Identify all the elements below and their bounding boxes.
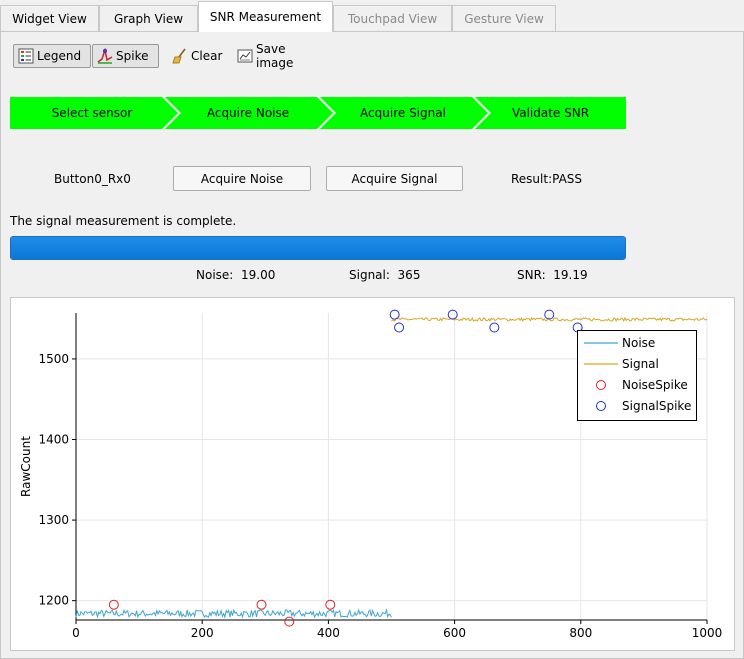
chart-legend: Noise Signal NoiseSpike SignalSpike [577, 330, 697, 421]
noise-stat-value: 19.00 [240, 268, 276, 282]
series-noise-line [75, 608, 392, 620]
progress-bar [10, 236, 626, 260]
image-chart-icon [237, 48, 253, 64]
signal-stat-label: Signal: [349, 268, 390, 282]
noisespike-marker [108, 599, 119, 610]
tab-graph-view[interactable]: Graph View [99, 5, 198, 31]
snr-chart[interactable]: 0 200 400 600 800 1000 1200 1300 1400 1500 RawCoun… [10, 297, 735, 651]
save-image-button[interactable]: Save image [233, 42, 328, 70]
signal-stat: Signal: 365 [349, 268, 420, 282]
signal-stat-value: 365 [397, 268, 421, 282]
status-message: The signal measurement is complete. [10, 214, 237, 228]
spike-button[interactable]: Spike [92, 44, 159, 68]
x-tick-label: 0 [72, 626, 80, 640]
snr-stat: SNR: 19.19 [517, 268, 588, 282]
tab-snr-measurement[interactable]: SNR Measurement [198, 1, 333, 32]
acquire-noise-button[interactable]: Acquire Noise [173, 166, 311, 191]
y-tick-label: 1300 [38, 513, 69, 527]
signalspike-marker [389, 309, 400, 320]
broom-icon [172, 48, 188, 64]
signalspike-marker [394, 322, 405, 333]
signalspike-marker [447, 309, 458, 320]
step-acquire-noise: Acquire Noise [206, 106, 290, 120]
legend-signalspike-swatch [596, 401, 606, 411]
legend-item-noise: Noise [578, 333, 696, 353]
tab-widget-view[interactable]: Widget View [0, 5, 99, 31]
legend-noisespike-label: NoiseSpike [622, 378, 688, 392]
x-tick-label: 200 [191, 626, 214, 640]
result-label: Result:PASS [511, 172, 583, 186]
step-select-sensor: Select sensor [51, 106, 133, 120]
step-acquire-signal: Acquire Signal [360, 106, 446, 120]
legend-item-signalspike: SignalSpike [578, 396, 696, 416]
x-tick-label: 800 [569, 626, 592, 640]
step-validate-snr: Validate SNR [511, 106, 590, 120]
legend-signal-swatch [584, 363, 618, 365]
noisespike-marker [284, 616, 295, 627]
legend-icon [18, 48, 34, 64]
tab-gesture-view[interactable]: Gesture View [452, 5, 556, 31]
y-axis-label: RawCount [19, 436, 33, 497]
noisespike-marker [325, 599, 336, 610]
x-tick-label: 600 [443, 626, 466, 640]
snr-stat-value: 19.19 [553, 268, 588, 282]
snr-stat-label: SNR: [517, 268, 546, 282]
spike-icon [97, 48, 113, 64]
spike-label: Spike [116, 49, 149, 63]
x-tick-label: 400 [317, 626, 340, 640]
legend-noise-label: Noise [622, 336, 656, 350]
legend-noisespike-swatch [596, 380, 606, 390]
legend-signal-label: Signal [622, 357, 659, 371]
acquire-signal-button[interactable]: Acquire Signal [326, 166, 463, 191]
noise-stat-label: Noise: [196, 268, 234, 282]
y-tick-label: 1500 [38, 352, 69, 366]
y-tick-label: 1400 [38, 433, 69, 447]
step-indicator: Select sensor Acquire Noise Acquire Sign… [10, 97, 626, 129]
save-image-label: Save image [256, 42, 294, 70]
tab-bar: Widget View Graph View SNR Measurement T… [0, 0, 744, 32]
signalspike-marker [489, 322, 500, 333]
legend-item-noisespike: NoiseSpike [578, 375, 696, 395]
legend-button[interactable]: Legend [13, 44, 91, 68]
legend-noise-swatch [584, 342, 618, 344]
clear-button[interactable]: Clear [168, 44, 228, 68]
clear-label: Clear [191, 49, 223, 63]
sensor-name: Button0_Rx0 [54, 172, 131, 186]
legend-label: Legend [37, 49, 82, 63]
progress-fill [11, 237, 625, 259]
legend-item-signal: Signal [578, 354, 696, 374]
noisespike-marker [256, 599, 267, 610]
tab-touchpad-view[interactable]: Touchpad View [333, 5, 452, 31]
noise-stat: Noise: 19.00 [196, 268, 275, 282]
legend-signalspike-label: SignalSpike [622, 399, 692, 413]
y-tick-label: 1200 [38, 594, 69, 608]
x-tick-label: 1000 [692, 626, 723, 640]
